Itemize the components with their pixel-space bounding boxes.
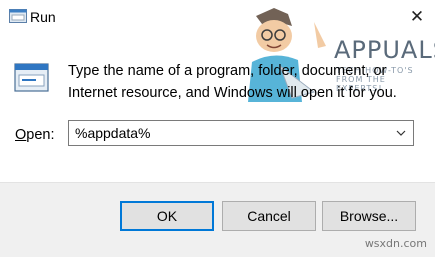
watermark-site: wsxdn.com — [364, 237, 427, 250]
ok-button[interactable]: OK — [120, 201, 214, 231]
run-icon — [9, 9, 27, 23]
open-label-access-key: O — [15, 127, 27, 143]
close-icon: ✕ — [409, 7, 425, 26]
run-dialog-icon — [14, 63, 49, 92]
window-title: Run — [30, 9, 56, 25]
open-label: Open: — [15, 127, 55, 143]
open-label-text: pen: — [26, 127, 55, 143]
cancel-button[interactable]: Cancel — [222, 201, 316, 231]
title-bar: Run ✕ — [0, 0, 435, 34]
instruction-text: Type the name of a program, folder, docu… — [68, 63, 397, 101]
chevron-down-icon — [396, 130, 406, 136]
open-combobox[interactable]: %appdata% — [68, 120, 414, 146]
combo-dropdown-button[interactable] — [391, 122, 411, 144]
open-input[interactable]: %appdata% — [75, 125, 151, 141]
browse-button[interactable]: Browse... — [322, 201, 416, 231]
close-button[interactable]: ✕ — [403, 4, 431, 30]
